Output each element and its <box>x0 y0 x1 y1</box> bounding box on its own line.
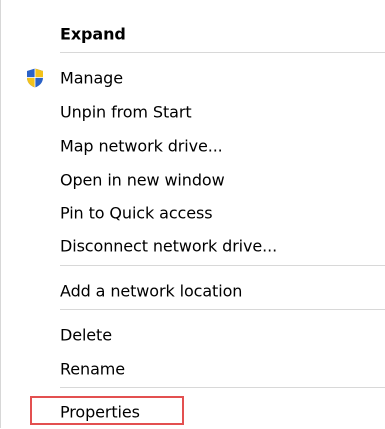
menu-separator <box>60 265 385 266</box>
menu-separator <box>60 309 385 310</box>
menu-item-label: Add a network location <box>60 281 243 301</box>
context-menu: Expand Manage Unpin from Start Map netwo… <box>0 0 385 428</box>
menu-item-label: Expand <box>60 24 126 44</box>
menu-item-label: Pin to Quick access <box>60 203 213 223</box>
menu-item-label: Rename <box>60 359 126 379</box>
menu-item-expand[interactable]: Expand <box>1 17 385 51</box>
properties-highlight-box <box>30 396 184 425</box>
menu-item-delete[interactable]: Delete <box>1 318 385 352</box>
menu-item-add-network-location[interactable]: Add a network location <box>1 274 385 308</box>
menu-item-label: Delete <box>60 325 112 345</box>
menu-item-rename[interactable]: Rename <box>1 352 385 386</box>
uac-shield-icon <box>25 68 45 89</box>
menu-separator <box>60 52 385 53</box>
menu-item-pin-to-quick-access[interactable]: Pin to Quick access <box>1 196 385 230</box>
menu-separator <box>60 387 385 388</box>
menu-item-label: Unpin from Start <box>60 102 192 122</box>
menu-item-label: Map network drive... <box>60 136 223 156</box>
menu-item-label: Open in new window <box>60 170 225 190</box>
menu-item-label: Manage <box>60 68 123 88</box>
menu-item-map-network-drive[interactable]: Map network drive... <box>1 129 385 163</box>
menu-item-disconnect-network-drive[interactable]: Disconnect network drive... <box>1 229 385 263</box>
menu-item-manage[interactable]: Manage <box>1 61 385 95</box>
menu-item-open-in-new-window[interactable]: Open in new window <box>1 163 385 197</box>
menu-item-label: Disconnect network drive... <box>60 236 278 256</box>
menu-item-unpin-from-start[interactable]: Unpin from Start <box>1 95 385 129</box>
